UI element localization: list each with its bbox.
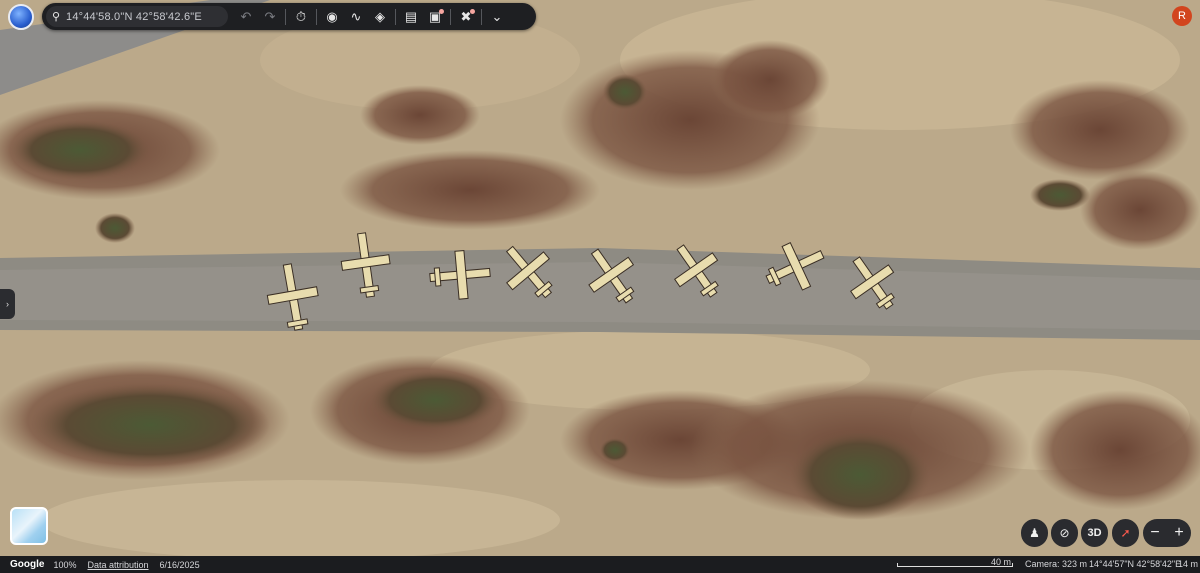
- toolbar-divider: [450, 8, 451, 25]
- 3d-toggle-button[interactable]: 3D: [1081, 519, 1108, 547]
- street-view-button[interactable]: ♟: [1021, 519, 1048, 547]
- layers-icon[interactable]: ◈: [368, 5, 392, 29]
- scale-bar: 40 m: [897, 556, 1013, 570]
- zoom-in-button[interactable]: +: [1174, 524, 1183, 542]
- zoom-controls: − +: [1143, 519, 1191, 547]
- history-icon[interactable]: ⏱: [289, 5, 313, 29]
- status-bar: Google 100% Data attribution 6/16/2025 4…: [0, 556, 1200, 573]
- ruler-icon[interactable]: ▤: [399, 5, 423, 29]
- side-panel-toggle[interactable]: ›: [0, 289, 15, 319]
- compass-icon: ➚: [1120, 526, 1131, 540]
- tools-icon[interactable]: ✖: [454, 5, 478, 29]
- satellite-imagery: [0, 0, 1200, 556]
- camera-altitude: Camera: 323 m: [1025, 559, 1088, 569]
- map-pin-icon[interactable]: ◉: [320, 5, 344, 29]
- toolbar-divider: [316, 8, 317, 25]
- chevron-down-icon[interactable]: ⌄: [485, 5, 509, 29]
- toolbar-divider: [285, 8, 286, 25]
- compass-button[interactable]: ➚: [1112, 519, 1139, 547]
- earth-logo-button[interactable]: [8, 4, 34, 30]
- no-rotation-icon: ⊘: [1059, 526, 1070, 540]
- imagery-date: 6/16/2025: [159, 559, 200, 570]
- toolbar-divider: [481, 8, 482, 25]
- search-icon: ⚲: [51, 11, 61, 23]
- google-logo: Google: [10, 559, 45, 570]
- search-box[interactable]: ⚲ 14°44'58.0"N 42°58'42.6"E: [46, 6, 228, 27]
- toolbar-divider: [395, 8, 396, 25]
- zoom-out-button[interactable]: −: [1150, 524, 1159, 542]
- cursor-coordinates: 14°44'57"N 42°58'42"E: [1089, 559, 1182, 569]
- zoom-percentage[interactable]: 100%: [53, 560, 76, 570]
- scale-label: 40 m: [990, 557, 1011, 567]
- path-icon[interactable]: ∿: [344, 5, 368, 29]
- ground-elevation: 14 m: [1178, 559, 1199, 569]
- user-avatar[interactable]: R: [1172, 6, 1192, 26]
- reset-tilt-button[interactable]: ⊘: [1051, 519, 1078, 547]
- undo-icon[interactable]: ↶: [234, 5, 258, 29]
- map-style-thumbnail[interactable]: [10, 507, 48, 545]
- pegman-icon: ♟: [1029, 526, 1040, 540]
- redo-icon[interactable]: ↷: [258, 5, 282, 29]
- top-toolbar: ⚲ 14°44'58.0"N 42°58'42.6"E ↶ ↷ ⏱ ◉ ∿ ◈ …: [42, 3, 536, 30]
- add-image-icon[interactable]: ▣: [423, 5, 447, 29]
- search-input[interactable]: 14°44'58.0"N 42°58'42.6"E: [66, 11, 202, 23]
- chevron-right-icon: ›: [6, 299, 9, 309]
- satellite-map[interactable]: [0, 0, 1200, 556]
- data-attribution-link[interactable]: Data attribution: [87, 560, 148, 570]
